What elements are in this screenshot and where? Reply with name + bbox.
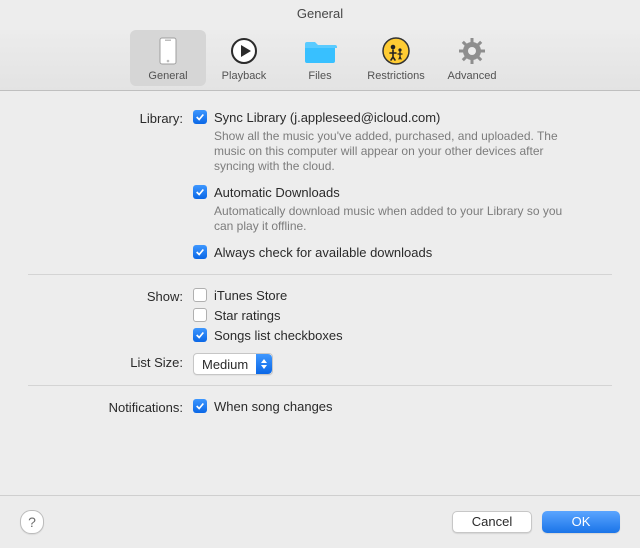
tab-files[interactable]: Files: [282, 30, 358, 86]
tab-general[interactable]: General: [130, 30, 206, 86]
preferences-content: Library: Sync Library (j.appleseed@iclou…: [0, 91, 640, 418]
cancel-button[interactable]: Cancel: [452, 511, 532, 533]
checkbox-star-ratings[interactable]: Star ratings: [193, 307, 612, 324]
checkbox-icon: [193, 328, 207, 342]
window-title: General: [0, 0, 640, 30]
checkbox-label: Automatic Downloads: [214, 184, 340, 201]
tab-playback[interactable]: Playback: [206, 30, 282, 86]
dialog-footer: ? Cancel OK: [0, 495, 640, 548]
separator: [28, 385, 612, 386]
checkbox-icon: [193, 185, 207, 199]
tab-label: General: [130, 70, 206, 82]
checkbox-automatic-downloads[interactable]: Automatic Downloads: [193, 184, 612, 201]
label-list-size: List Size:: [28, 353, 193, 375]
checkbox-icon: [193, 288, 207, 302]
tab-advanced[interactable]: Advanced: [434, 30, 510, 86]
checkbox-label: Sync Library (j.appleseed@icloud.com): [214, 109, 440, 126]
checkbox-label: Always check for available downloads: [214, 244, 432, 261]
help-button[interactable]: ?: [20, 510, 44, 534]
checkbox-songs-list-checkboxes[interactable]: Songs list checkboxes: [193, 327, 612, 344]
checkbox-itunes-store[interactable]: iTunes Store: [193, 287, 612, 304]
checkbox-label: When song changes: [214, 398, 333, 415]
label-library: Library:: [28, 109, 193, 264]
tab-label: Advanced: [434, 70, 510, 82]
play-icon: [206, 34, 282, 68]
folder-icon: [282, 34, 358, 68]
tab-label: Restrictions: [358, 70, 434, 82]
checkbox-check-downloads[interactable]: Always check for available downloads: [193, 244, 612, 261]
label-notifications: Notifications:: [28, 398, 193, 418]
list-size-select[interactable]: Medium: [193, 353, 273, 375]
separator: [28, 274, 612, 275]
tab-label: Files: [282, 70, 358, 82]
gear-icon: [434, 34, 510, 68]
checkbox-label: iTunes Store: [214, 287, 287, 304]
tab-label: Playback: [206, 70, 282, 82]
sync-library-description: Show all the music you've added, purchas…: [214, 129, 574, 174]
label-show: Show:: [28, 287, 193, 347]
checkbox-when-song-changes[interactable]: When song changes: [193, 398, 612, 415]
automatic-downloads-description: Automatically download music when added …: [214, 204, 574, 234]
checkbox-sync-library[interactable]: Sync Library (j.appleseed@icloud.com): [193, 109, 612, 126]
checkbox-icon: [193, 110, 207, 124]
checkbox-label: Songs list checkboxes: [214, 327, 343, 344]
tab-restrictions[interactable]: Restrictions: [358, 30, 434, 86]
ok-button[interactable]: OK: [542, 511, 620, 533]
checkbox-icon: [193, 399, 207, 413]
chevron-up-down-icon: [256, 354, 272, 374]
checkbox-label: Star ratings: [214, 307, 280, 324]
checkbox-icon: [193, 245, 207, 259]
general-icon: [130, 34, 206, 68]
select-value: Medium: [194, 357, 256, 372]
checkbox-icon: [193, 308, 207, 322]
preferences-toolbar: General Playback Files Restrictions Adva…: [0, 30, 640, 91]
parental-icon: [358, 34, 434, 68]
